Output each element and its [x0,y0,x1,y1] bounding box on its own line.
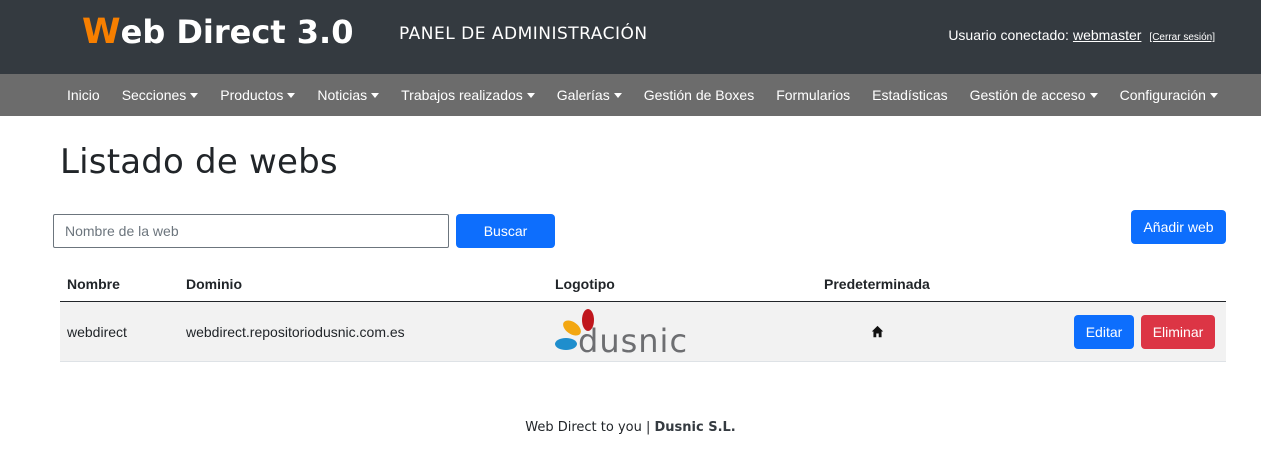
nav-item-label: Trabajos realizados [401,87,523,103]
footer-text: Web Direct to you | [525,420,655,435]
nav-item-configuración[interactable]: Configuración [1109,74,1229,116]
nav-item-label: Formularios [776,87,851,103]
main-navbar: Inicio Secciones Productos Noticias Trabajos… [0,74,1261,116]
nav-item-productos[interactable]: Productos [209,74,306,116]
nav-item-secciones[interactable]: Secciones [111,74,210,116]
nav-item-trabajos-realizados[interactable]: Trabajos realizados [390,74,546,116]
nav-item-label: Noticias [317,87,368,103]
nav-item-label: Productos [220,87,284,103]
column-header-dominio: Dominio [186,276,242,292]
table-header: Nombre Dominio Logotipo Predeterminada [60,266,1226,302]
brand-logo: Web Direct 3.0 [82,12,353,52]
user-label: Usuario conectado: [948,27,1069,43]
column-header-nombre: Nombre [67,276,120,292]
nav-item-gestión-de-acceso[interactable]: Gestión de acceso [959,74,1109,116]
search-input[interactable] [53,214,449,248]
logout-link[interactable]: [Cerrar sesión] [1149,29,1215,47]
brand-subtitle: PANEL DE ADMINISTRACIÓN [399,24,648,44]
footer: Web Direct to you | Dusnic S.L. [0,419,1261,437]
nav-item-label: Galerías [556,87,610,103]
webs-table: Nombre Dominio Logotipo Predeterminada w… [60,266,1226,362]
nav-item-label: Secciones [121,87,187,103]
dropdown-caret-icon [613,93,622,98]
dropdown-caret-icon [1089,93,1098,98]
home-icon [871,325,884,338]
nav-item-noticias[interactable]: Noticias [306,74,390,116]
dropdown-caret-icon [287,93,296,98]
user-name-link[interactable]: webmaster [1073,26,1141,44]
nav-item-inicio[interactable]: Inicio [56,74,111,116]
web-domain-cell: webdirect.repositoriodusnic.com.es [186,324,405,340]
column-header-logotipo: Logotipo [555,276,615,292]
edit-button[interactable]: Editar [1074,315,1134,349]
dropdown-caret-icon [190,93,199,98]
nav-item-label: Gestión de Boxes [643,87,755,103]
brand-initial: W [82,12,121,52]
add-web-button[interactable]: Añadir web [1131,210,1226,244]
nav-item-galerías[interactable]: Galerías [546,74,633,116]
footer-company: Dusnic S.L. [654,420,736,435]
nav-item-formularios[interactable]: Formularios [765,74,861,116]
nav-item-label: Configuración [1119,87,1206,103]
dropdown-caret-icon [526,93,535,98]
column-header-predeterminada: Predeterminada [824,276,930,292]
dropdown-caret-icon [1209,93,1218,98]
logo-wordmark: dusnic [578,322,688,356]
page-title: Listado de webs [60,142,338,182]
nav-item-label: Gestión de acceso [969,87,1086,103]
nav-item-estadísticas[interactable]: Estadísticas [861,74,958,116]
nav-item-label: Estadísticas [872,87,948,103]
delete-button[interactable]: Eliminar [1141,315,1215,349]
top-header: Web Direct 3.0 PANEL DE ADMINISTRACIÓN U… [0,0,1261,74]
nav-item-label: Inicio [67,87,100,103]
user-info: Usuario conectado: webmaster [Cerrar ses… [948,26,1215,47]
dusnic-logo: dusnic [555,309,688,356]
search-button[interactable]: Buscar [456,214,555,248]
web-name-cell: webdirect [67,324,127,340]
nav-item-gestión-de-boxes[interactable]: Gestión de Boxes [633,74,766,116]
brand-name: eb Direct 3.0 [120,13,354,51]
table-row: webdirect webdirect.repositoriodusnic.co… [60,302,1226,362]
dropdown-caret-icon [371,93,380,98]
